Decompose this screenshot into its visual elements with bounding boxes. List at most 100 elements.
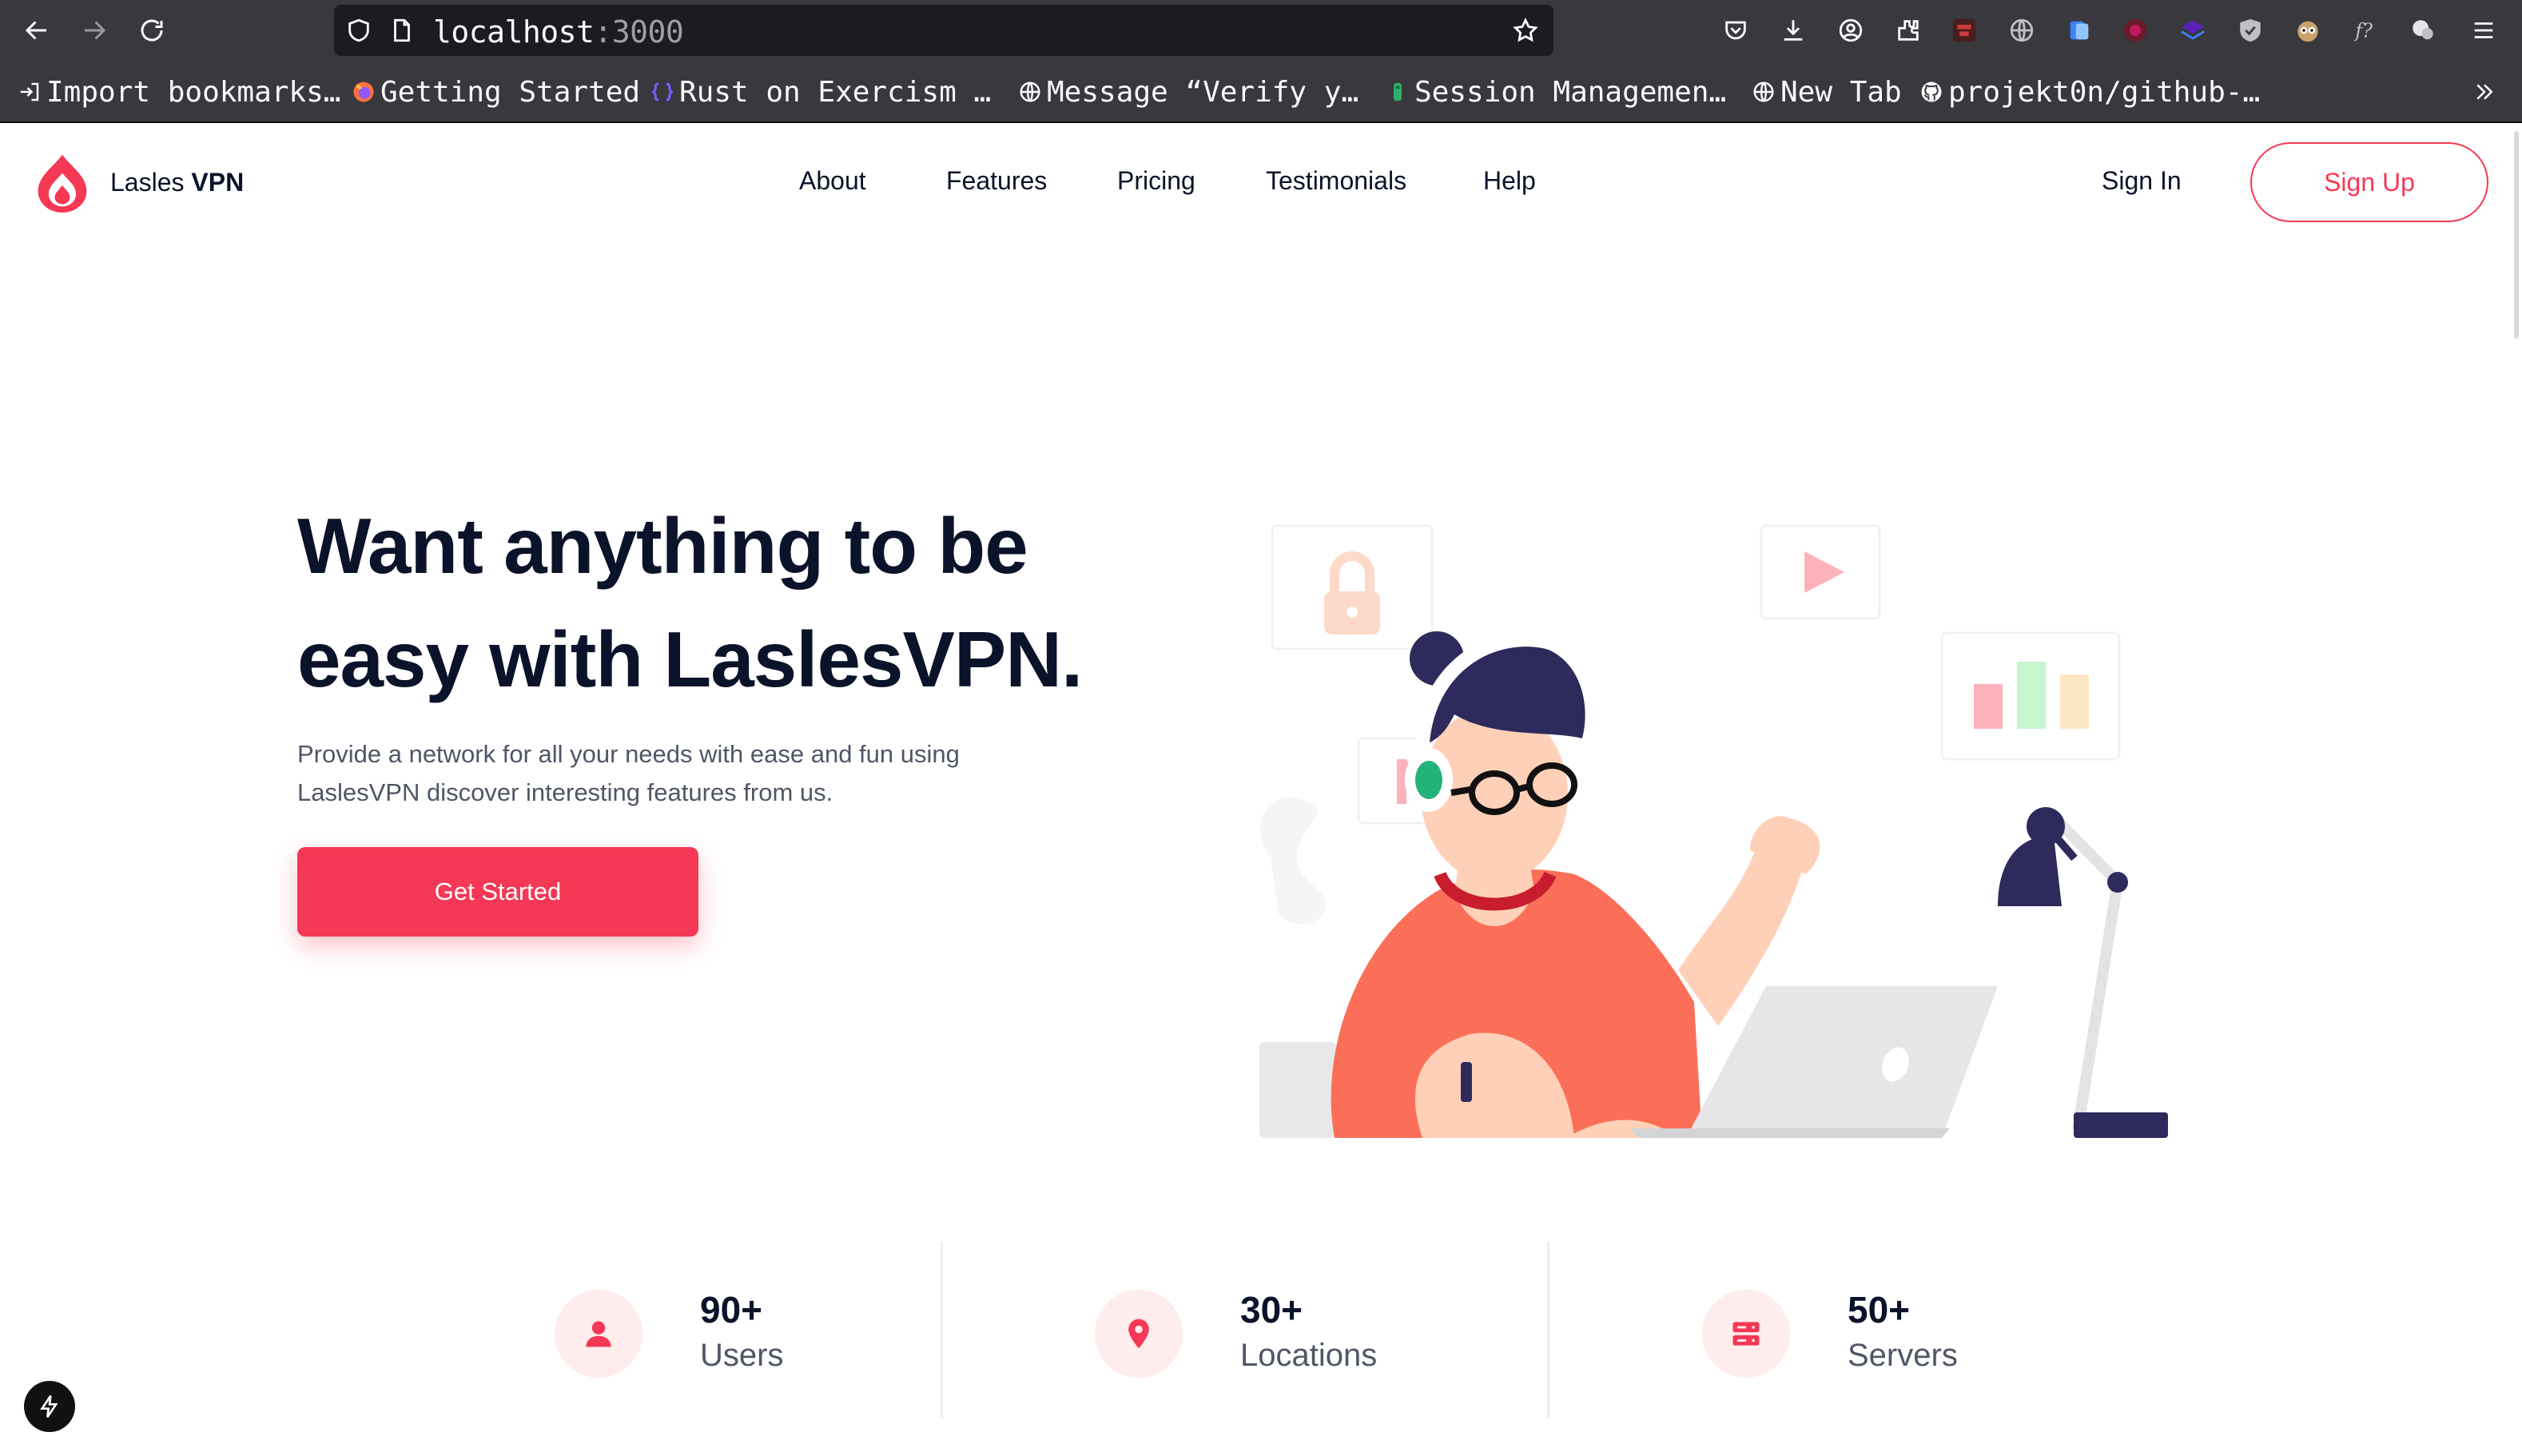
stat-icon-circle: [555, 1290, 642, 1378]
brand-name: Lasles VPN: [110, 168, 244, 197]
bookmark-star-icon[interactable]: [1512, 17, 1539, 44]
nav-link-pricing[interactable]: Pricing: [1117, 166, 1195, 196]
stat-locations: 30+ Locations: [1095, 1288, 1377, 1379]
bookmark-label: Message “Verify y…: [1047, 75, 1359, 109]
nav-link-features[interactable]: Features: [946, 166, 1047, 196]
url-host: localhost: [433, 14, 595, 50]
github-icon: [1919, 80, 1943, 104]
reload-icon: [141, 19, 163, 42]
hero-title-line-2: easy with LaslesVPN.: [297, 615, 1083, 703]
bookmark-label: Session Managemen…: [1414, 75, 1727, 109]
coffee-mug: [1259, 1042, 1336, 1138]
stat-divider: [941, 1242, 943, 1418]
bookmark-import[interactable]: Import bookmarks…: [18, 72, 340, 112]
laptop: [1686, 986, 1998, 1138]
stat-label: Locations: [1240, 1338, 1378, 1373]
bookmark-label: projekt0n/github-…: [1948, 75, 2261, 109]
globe-icon: [1018, 80, 1042, 104]
bookmark-github[interactable]: projekt0n/github-…: [1919, 72, 2260, 112]
nav-link-help[interactable]: Help: [1483, 166, 1536, 196]
account-icon[interactable]: [1836, 16, 1865, 45]
nav-link-about[interactable]: About: [799, 166, 866, 196]
bookmark-exercism[interactable]: Rust on Exercism …: [650, 72, 991, 112]
stat-label: Users: [700, 1338, 784, 1373]
lightning-bolt-icon: [40, 1394, 58, 1418]
stat-divider: [1547, 1242, 1549, 1418]
puzzle-extension-icon[interactable]: [2409, 16, 2437, 45]
back-button[interactable]: [14, 8, 59, 53]
forward-button[interactable]: [72, 8, 117, 53]
hero-subtitle: Provide a network for all your needs wit…: [297, 735, 1096, 812]
url-port: :3000: [594, 14, 684, 50]
font-finder-icon[interactable]: f?: [2351, 16, 2380, 45]
session-icon: [1386, 80, 1410, 104]
nav-link-testimonials[interactable]: Testimonials: [1266, 166, 1406, 196]
reload-button[interactable]: [129, 8, 174, 53]
extensions-icon[interactable]: [1894, 16, 1923, 45]
address-bar[interactable]: localhost:3000: [334, 5, 1553, 56]
hero-subtitle-line-1: Provide a network for all your needs wit…: [297, 740, 960, 768]
stat-value: 50+: [1848, 1289, 1911, 1331]
import-icon: [18, 80, 42, 104]
bookmark-new-tab[interactable]: New Tab: [1752, 72, 1902, 112]
tab-manager-icon[interactable]: [2065, 16, 2094, 45]
back-arrow-icon: [25, 21, 46, 40]
globe-icon: [1752, 80, 1776, 104]
record-extension-icon[interactable]: [2121, 16, 2150, 45]
site-logo[interactable]: Lasles VPN: [32, 152, 244, 213]
brand-name-bold: VPN: [191, 167, 245, 197]
shield-icon[interactable]: [345, 17, 372, 44]
chevron-double-right-icon: [2472, 80, 2496, 104]
chart-card: [1940, 631, 2121, 761]
owl-extension-icon[interactable]: [2293, 16, 2322, 45]
sign-in-link[interactable]: Sign In: [2102, 166, 2182, 196]
stat-value: 90+: [700, 1289, 763, 1331]
scrollbar-thumb[interactable]: [2514, 131, 2519, 339]
stat-value: 30+: [1240, 1289, 1303, 1331]
forward-arrow-icon: [85, 21, 106, 40]
url-text[interactable]: localhost:3000: [433, 14, 684, 50]
server-icon: [1732, 1322, 1760, 1346]
stat-users: 90+ Users: [555, 1288, 783, 1379]
pocket-icon[interactable]: [1721, 16, 1750, 45]
user-icon: [586, 1321, 611, 1347]
hero-title-line-1: Want anything to be: [297, 502, 1028, 590]
ublock-shield-icon[interactable]: [2236, 16, 2265, 45]
bookmark-label: Rust on Exercism …: [679, 75, 992, 109]
brand-name-light: Lasles: [110, 167, 192, 197]
bookmark-message-verify[interactable]: Message “Verify y…: [1018, 72, 1358, 112]
flame-logo-icon: [38, 154, 87, 213]
menu-icon[interactable]: [2469, 16, 2498, 45]
downloads-icon[interactable]: [1779, 16, 1808, 45]
stat-servers: 50+ Servers: [1702, 1288, 1958, 1379]
browser-toolbar: localhost:3000 f?: [0, 0, 2522, 61]
hero-title: Want anything to be easy with LaslesVPN.: [297, 489, 1144, 716]
bookmarks-overflow-button[interactable]: [2472, 72, 2501, 112]
page-content: Lasles VPN About Features Pricing Testim…: [0, 123, 2522, 1456]
bookmark-session-management[interactable]: Session Managemen…: [1386, 72, 1726, 112]
location-pin-icon: [1128, 1319, 1149, 1349]
bookmarks-toolbar: Import bookmarks… Getting Started Rust o…: [0, 61, 2522, 123]
sign-up-button[interactable]: Sign Up: [2250, 142, 2488, 222]
desk-lamp: [1998, 807, 2168, 1138]
firefox-icon: [352, 80, 376, 104]
hero-illustration: [1259, 524, 2168, 1138]
layers-extension-icon[interactable]: [2178, 16, 2207, 45]
get-started-button[interactable]: Get Started: [297, 847, 698, 937]
lock-card: [1271, 524, 1434, 650]
play-card: [1760, 524, 1881, 620]
hero-subtitle-line-2: LaslesVPN discover interesting features …: [297, 778, 833, 806]
page-icon[interactable]: [388, 17, 416, 44]
globe-extension-icon[interactable]: [2007, 16, 2036, 45]
steam: [1259, 797, 1327, 925]
stat-icon-circle: [1095, 1290, 1183, 1378]
stat-label: Servers: [1848, 1338, 1958, 1373]
exercism-icon: [650, 80, 674, 104]
bookmark-label: New Tab: [1780, 75, 1902, 109]
cors-extension-icon[interactable]: [1950, 16, 1979, 45]
page-scrollbar[interactable]: [2509, 123, 2522, 347]
dev-tools-button[interactable]: [24, 1381, 75, 1432]
bookmark-label: Import bookmarks…: [46, 75, 341, 109]
stat-icon-circle: [1702, 1290, 1790, 1378]
bookmark-getting-started[interactable]: Getting Started: [352, 72, 640, 112]
